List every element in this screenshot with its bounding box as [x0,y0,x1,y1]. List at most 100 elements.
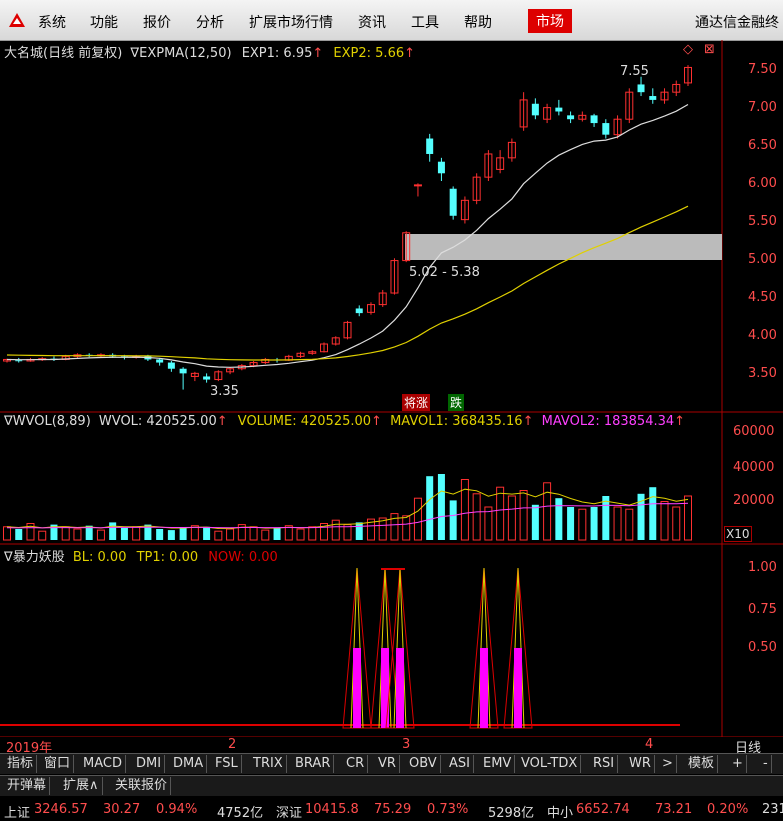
tab-indicator[interactable]: 指标 [4,755,38,773]
rise-tag: 将涨 [402,394,431,411]
smb-index-change: 73.21 [655,802,693,817]
chart-canvas[interactable] [0,40,783,740]
volume-bar [602,496,610,540]
indicator-tabs: 指标 窗口 MACD DMI DMA FSL TRIX BRAR CR VR O… [0,753,783,774]
low-price-label: 3.35 [210,384,239,399]
candle-body [167,362,175,369]
tab-vr[interactable]: VR [375,755,400,773]
volume-bar [543,482,552,541]
tab-trix[interactable]: TRIX [250,755,287,773]
volume-bar [449,500,457,540]
volume-bar [331,519,340,541]
volume-bar [460,479,469,541]
signal-indicator[interactable]: ∇暴力妖股 [4,550,65,565]
volume-bar [649,487,657,540]
tab-related-quote[interactable]: 关联报价 [112,777,172,795]
sh-index-label[interactable]: 上证 [4,802,30,821]
menu-function[interactable]: 功能 [90,12,118,32]
candle-body [355,308,363,314]
menu-market[interactable]: 市场 [528,9,572,33]
volume-bar [507,495,516,541]
volume-header: ∇WVOL(8,89) WVOL: 420525.00↑ VOLUME: 420… [4,414,685,429]
volume-bar [413,497,422,541]
tab-window[interactable]: 窗口 [41,755,75,773]
tab-asi[interactable]: ASI [446,755,474,773]
menu-news[interactable]: 资讯 [358,12,386,32]
menu-extended-market[interactable]: 扩展市场行情 [249,12,333,32]
tab-rsi[interactable]: RSI [590,755,619,773]
mavol1-value: MAVOL1: 368435.16 [390,414,523,429]
candle-body [179,368,187,374]
tab-fsl[interactable]: FSL [212,755,242,773]
tab-add[interactable]: + [729,755,747,773]
tab-cr[interactable]: CR [343,755,369,773]
volume-bar [402,515,411,541]
menu-tools[interactable]: 工具 [411,12,439,32]
volume-bar [214,530,223,541]
signal-bar [396,648,404,728]
candle-body [449,188,457,216]
brand-name: 通达信金融终 [695,15,779,31]
menu-quote[interactable]: 报价 [143,12,171,32]
volume-bar [167,530,175,540]
sh-index-amount: 4752亿 [217,806,264,821]
status-bar: 上证 3246.57 30.27 0.94% 4752亿 深证 10415.8 … [0,800,783,821]
wvol-indicator[interactable]: ∇WVOL(8,89) [4,414,91,429]
wvol-value: WVOL: 420525.00 [98,414,217,429]
volume-bar [261,529,270,541]
volume-bar [203,526,211,540]
volume-bar [308,526,317,541]
menu-help[interactable]: 帮助 [464,12,492,32]
signal-tick: 0.50 [748,640,777,655]
price-tick: 7.00 [748,100,777,115]
candle-body [531,103,539,116]
now-value: NOW: 0.00 [208,550,278,565]
volume-bar [496,486,505,541]
volume-tick: 40000 [733,460,775,475]
month-label: 3 [402,737,411,752]
extra-tabs: 开弹幕 扩展∧ 关联报价 [0,775,783,796]
menu-system[interactable]: 系统 [38,12,66,32]
candle-body [567,115,575,120]
tab-danmaku[interactable]: 开弹幕 [4,777,51,795]
tab-more[interactable]: > [659,755,677,773]
volume-bar [660,501,669,541]
signal-tick: 1.00 [748,560,777,575]
arrow-up-icon: ↑ [371,414,382,429]
tab-brar[interactable]: BRAR [292,755,335,773]
arrow-up-icon: ↑ [674,414,686,429]
tab-emv[interactable]: EMV [480,755,516,773]
signal-tick: 0.75 [748,602,777,617]
tab-dmi[interactable]: DMI [133,755,166,773]
tab-vol-tdx[interactable]: VOL-TDX [518,755,582,773]
menu-analysis[interactable]: 分析 [196,12,224,32]
volume-bar [390,513,399,541]
volume-bar [38,530,47,541]
tab-extend[interactable]: 扩展∧ [60,777,103,795]
volume-bar [226,528,235,541]
volume-bar [613,506,622,541]
zone-range-label: 5.02 - 5.38 [409,265,480,280]
fall-tag: 跌 [448,394,465,411]
month-label: 2 [228,737,237,752]
sz-index-change: 75.29 [374,802,412,817]
date-axis: 2019年 2 3 4 日线 [0,737,783,756]
smb-index-label[interactable]: 中小 [547,802,573,821]
tab-template[interactable]: 模板 [685,755,719,773]
candle-body [156,359,164,363]
candle-body [413,184,422,187]
price-tick: 4.50 [748,290,777,305]
tab-macd[interactable]: MACD [80,755,126,773]
tab-dma[interactable]: DMA [170,755,208,773]
volume-unit: X10 [724,526,752,542]
sz-index-value: 10415.8 [305,802,359,817]
signal-bar [480,648,488,728]
tab-obv[interactable]: OBV [406,755,441,773]
sz-index-label[interactable]: 深证 [276,802,302,821]
tab-wr[interactable]: WR [626,755,655,773]
menu-bar: 系统 功能 报价 分析 扩展市场行情 资讯 工具 帮助 市场 通达信金融终 [0,0,783,41]
candle-body [203,376,211,380]
month-label: 4 [645,737,654,752]
signal-bar [353,648,361,728]
tab-remove[interactable]: - [760,755,772,773]
